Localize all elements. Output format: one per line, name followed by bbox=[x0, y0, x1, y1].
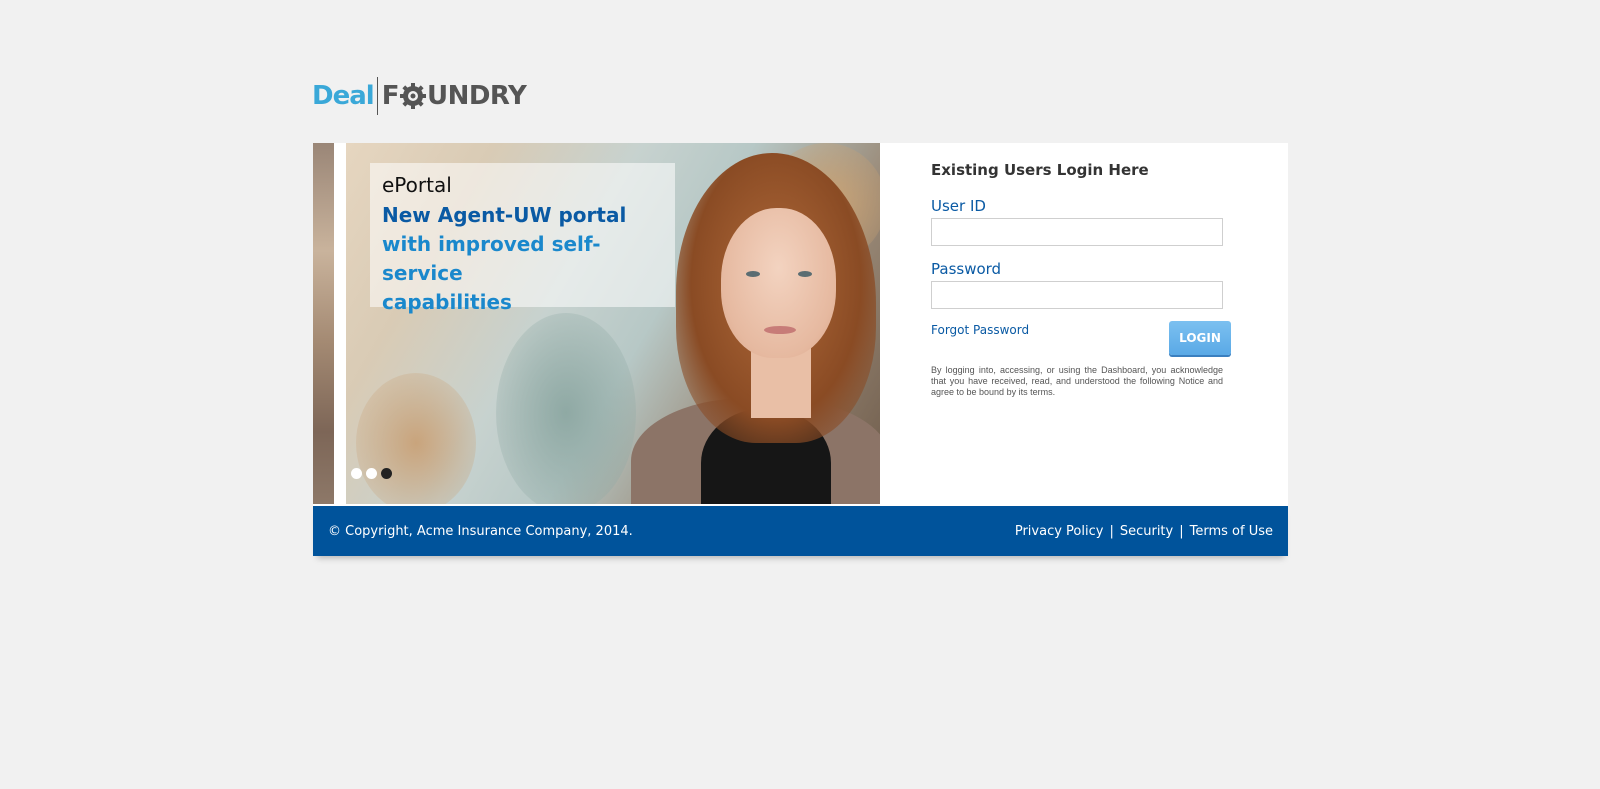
logo: Deal F UNDRY bbox=[312, 76, 527, 116]
logo-foundry-suffix: UNDRY bbox=[426, 81, 527, 111]
image-slider[interactable]: ePortal New Agent-UW portal with improve… bbox=[313, 143, 880, 504]
gear-icon bbox=[399, 83, 426, 109]
password-input[interactable] bbox=[931, 281, 1223, 309]
caption-title: ePortal bbox=[382, 173, 452, 197]
login-panel: Existing Users Login Here User ID Passwo… bbox=[931, 161, 1231, 398]
slider-dot-1[interactable] bbox=[351, 468, 362, 479]
slide-photo: ePortal New Agent-UW portal with improve… bbox=[346, 143, 880, 504]
copyright-text: © Copyright, Acme Insurance Company, 201… bbox=[328, 523, 633, 539]
slide-caption: ePortal New Agent-UW portal with improve… bbox=[370, 163, 675, 314]
logo-foundry-prefix: F bbox=[381, 81, 400, 111]
slider-dot-2[interactable] bbox=[366, 468, 377, 479]
logo-deal-text: Deal bbox=[312, 81, 375, 111]
user-id-label: User ID bbox=[931, 197, 986, 215]
logo-divider bbox=[376, 77, 378, 115]
footer: © Copyright, Acme Insurance Company, 201… bbox=[313, 506, 1288, 556]
slider-dot-3[interactable] bbox=[381, 468, 392, 479]
logo-foundry-text: F UNDRY bbox=[382, 81, 527, 111]
forgot-password-link[interactable]: Forgot Password bbox=[931, 323, 1029, 337]
previous-slide-edge bbox=[313, 143, 334, 504]
caption-line-1: New Agent-UW portal bbox=[382, 203, 627, 227]
user-id-input[interactable] bbox=[931, 218, 1223, 246]
terms-of-use-link[interactable]: Terms of Use bbox=[1190, 524, 1273, 539]
password-label: Password bbox=[931, 260, 1002, 278]
security-link[interactable]: Security bbox=[1120, 524, 1173, 539]
login-heading: Existing Users Login Here bbox=[931, 161, 1149, 179]
main-card: ePortal New Agent-UW portal with improve… bbox=[313, 143, 1288, 506]
footer-separator: | bbox=[1179, 523, 1184, 539]
login-notice: By logging into, accessing, or using the… bbox=[931, 365, 1223, 397]
footer-separator: | bbox=[1109, 523, 1114, 539]
slider-pagination bbox=[351, 468, 392, 479]
login-button[interactable]: LOGIN bbox=[1169, 321, 1231, 355]
footer-links: Privacy Policy | Security | Terms of Use bbox=[1015, 524, 1273, 539]
caption-line-3: capabilities bbox=[382, 290, 512, 314]
privacy-policy-link[interactable]: Privacy Policy bbox=[1015, 524, 1104, 539]
caption-line-2: with improved self-service bbox=[382, 232, 601, 285]
